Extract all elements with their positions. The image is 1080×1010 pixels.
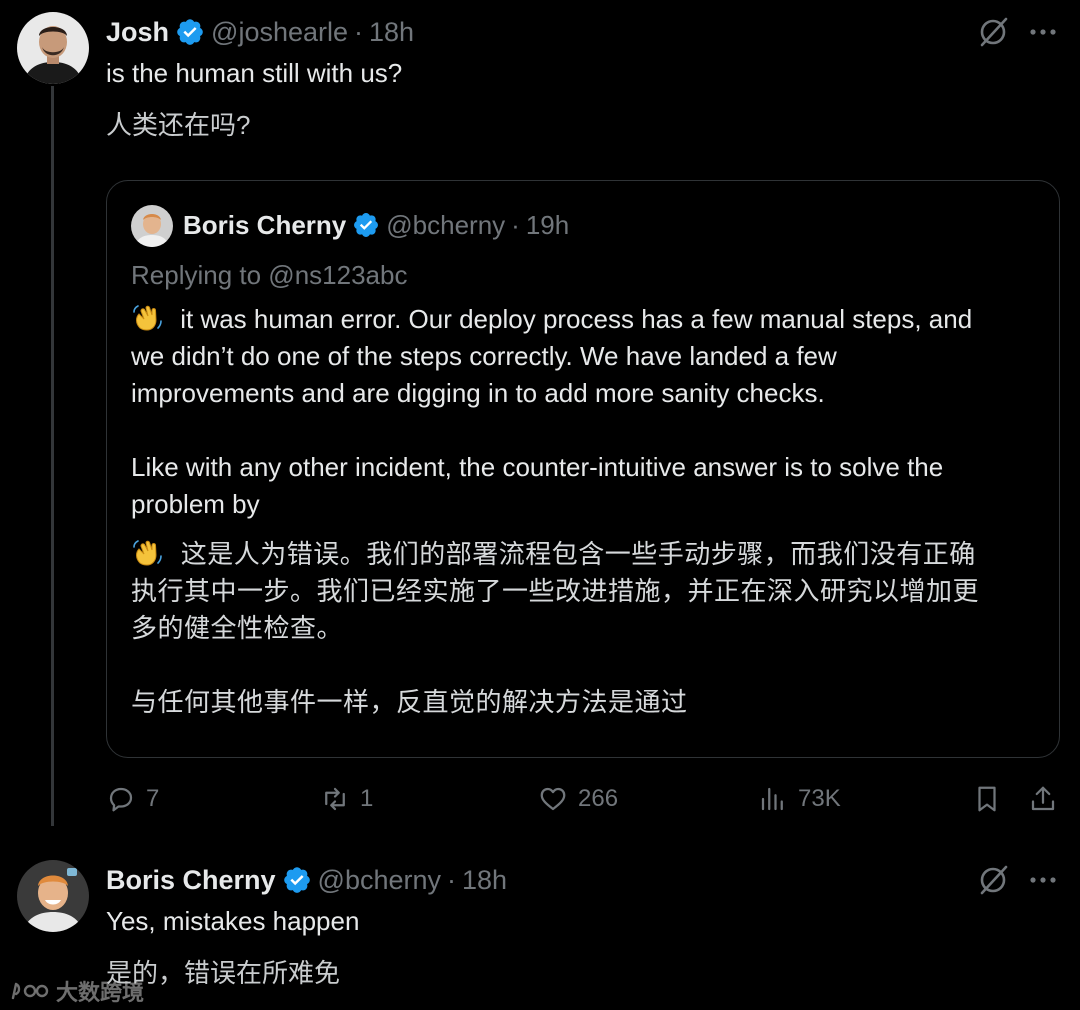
view-count: 73K (798, 785, 841, 812)
reply-header: Boris Cherny @bcherny · 18h (106, 863, 507, 897)
like-button[interactable]: 266 (538, 784, 618, 814)
reply-top-actions (960, 863, 1060, 897)
separator-dot: · (354, 17, 364, 47)
tweet-translation: 人类还在吗? (106, 110, 251, 140)
repost-count: 1 (360, 785, 374, 812)
reply-count: 7 (146, 785, 160, 812)
quoted-p1-l3: improvements and are digging in to add m… (131, 378, 825, 408)
repost-icon (325, 787, 345, 811)
replying-to: Replying to @ns123abc (131, 260, 408, 290)
waving-hand-icon (133, 540, 162, 566)
share-icon (1031, 786, 1055, 811)
watermark-logo-icon (11, 982, 49, 1000)
reply-author-handle[interactable]: @bcherny (318, 863, 441, 897)
quoted-tweet-text: it was human error. Our deploy process h… (131, 301, 1041, 523)
quoted-p1-l1: it was human error. Our deploy process h… (173, 304, 973, 334)
verified-badge-icon (354, 213, 379, 237)
verified-badge-icon (177, 19, 203, 45)
quoted-p2-l1: Like with any other incident, the counte… (131, 452, 944, 482)
watermark-text: 大数跨境 (56, 980, 145, 1005)
quoted-cn-l3: 多的健全性检查。 (131, 613, 344, 643)
thread-connector-line (51, 86, 54, 826)
quoted-tweet-translation: 这是人为错误。我们的部署流程包含一些手动步骤，而我们没有正确 执行其中一步。我们… (131, 536, 1041, 721)
verified-badge-icon (283, 867, 310, 893)
reply-icon (109, 787, 133, 812)
timestamp[interactable]: 18h (369, 15, 414, 49)
repost-button[interactable]: 1 (320, 784, 373, 814)
quoted-p1-l2: we didn’t do one of the steps correctly.… (131, 341, 837, 371)
share-button[interactable] (1028, 784, 1068, 814)
quoted-tweet-card[interactable]: Boris Cherny @bcherny · 19h Replying to … (106, 180, 1060, 758)
more-icon[interactable] (1026, 863, 1060, 897)
tweet-text: is the human still with us? (106, 58, 403, 88)
author-handle[interactable]: @joshearle (211, 15, 348, 49)
tweet-top-actions (960, 15, 1060, 49)
tweet-header: Josh @joshearle · 18h (106, 15, 414, 49)
reply-text: Yes, mistakes happen (106, 906, 360, 936)
watermark: 大数跨境 (10, 975, 144, 1007)
bookmark-icon (978, 786, 996, 812)
views-icon (761, 787, 783, 811)
quoted-author-name: Boris Cherny (183, 210, 347, 240)
grok-icon[interactable] (976, 863, 1010, 897)
author-name[interactable]: Josh (106, 15, 169, 49)
tweet-action-bar: 7 1 266 73K (106, 782, 1060, 820)
grok-icon[interactable] (976, 15, 1010, 49)
quoted-author-avatar (131, 205, 173, 247)
quoted-p2-l2: problem by (131, 489, 260, 519)
quoted-tweet-header: Boris Cherny @bcherny · 19h (183, 208, 569, 242)
separator-dot: · (511, 210, 520, 240)
quoted-author-handle: @bcherny (386, 210, 506, 240)
like-count: 266 (578, 785, 619, 812)
avatar-boris[interactable] (17, 860, 89, 932)
quoted-cn-l4: 与任何其他事件一样，反直觉的解决方法是通过 (131, 687, 688, 717)
bookmark-button[interactable] (972, 784, 1012, 814)
heart-icon (540, 787, 566, 811)
reply-author-name[interactable]: Boris Cherny (106, 863, 276, 897)
more-icon[interactable] (1026, 15, 1060, 49)
quoted-cn-l2: 执行其中一步。我们已经实施了一些改进措施，并正在深入研究以增加更 (131, 576, 980, 606)
reply-timestamp[interactable]: 18h (462, 863, 507, 897)
waving-hand-icon (133, 305, 162, 331)
avatar-josh[interactable] (17, 12, 89, 84)
separator-dot: · (447, 865, 457, 895)
quoted-timestamp: 19h (525, 210, 570, 240)
views-button[interactable]: 73K (758, 784, 841, 814)
reply-button[interactable]: 7 (106, 784, 159, 814)
quoted-cn-l1: 这是人为错误。我们的部署流程包含一些手动步骤，而我们没有正确 (173, 539, 976, 569)
thread-view: Josh @joshearle · 18h is the human still… (0, 0, 1080, 1010)
